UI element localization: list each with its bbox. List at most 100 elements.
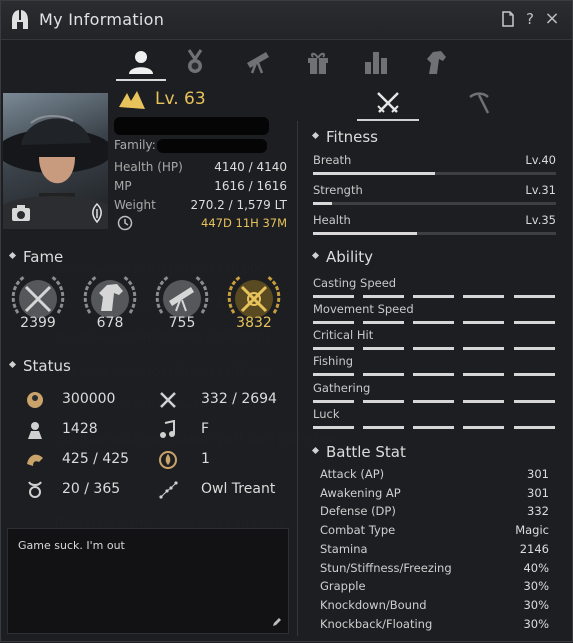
- ability-level-segment: [514, 321, 555, 324]
- weight-label: Weight: [114, 198, 156, 212]
- medal-icon: [187, 49, 203, 73]
- battle-stat-label: Stamina: [320, 541, 368, 556]
- ability-level-segment: [413, 373, 454, 376]
- ability-level-segment: [413, 321, 454, 324]
- fitness-progress-fill: [313, 202, 333, 205]
- crossed-swords-icon: [377, 92, 399, 113]
- fame-header: Fame: [8, 248, 63, 266]
- energy-icon: [158, 450, 178, 470]
- status-value: 1428: [62, 421, 98, 437]
- tab-combat[interactable]: [357, 87, 419, 121]
- class-emblem-icon: [92, 203, 102, 223]
- fame-value: 678: [96, 315, 124, 331]
- stat-tabs: [357, 87, 521, 121]
- ability-label: Luck: [313, 407, 340, 421]
- battle-stat-label: Grapple: [320, 579, 366, 594]
- horse-head-icon: [83, 275, 137, 318]
- main-tabs: [1, 39, 572, 83]
- battle-stat-value: 332: [527, 504, 549, 519]
- ability-level-segment: [313, 400, 354, 403]
- pencil-icon[interactable]: [272, 617, 282, 627]
- ability-header: Ability: [311, 248, 373, 266]
- ability-level-segment: [313, 347, 354, 350]
- ability-label: Gathering: [313, 381, 371, 395]
- status-value: 300000: [62, 391, 116, 407]
- mp-value: 1616 / 1616: [214, 179, 287, 193]
- battle-stat-value: 301: [527, 485, 549, 500]
- title-bar[interactable]: My Information ? ×: [1, 1, 572, 40]
- battle-stat-label: Knockdown/Bound: [320, 597, 427, 612]
- tab-life-skill[interactable]: [457, 87, 501, 119]
- ability-level-segment: [313, 426, 354, 429]
- fitness-level: Lv.31: [525, 183, 556, 197]
- fame-value: 755: [168, 315, 196, 331]
- battle-stat-value: 2146: [519, 541, 549, 556]
- battle-stat-label: Attack (AP): [320, 467, 385, 481]
- memo-icon[interactable]: [500, 11, 516, 27]
- battle-stat-value: 301: [527, 467, 549, 481]
- ability-level-segment: [363, 321, 404, 324]
- battle-stat-value: 30%: [523, 579, 549, 594]
- zodiac-icon: [25, 480, 45, 500]
- ability-label: Movement Speed: [313, 302, 414, 316]
- fitness-label: Strength: [313, 183, 363, 197]
- character-level: Lv. 63: [155, 89, 206, 109]
- fame-value: 3832: [236, 315, 272, 331]
- status-value: 1: [201, 451, 210, 467]
- mp-label: MP: [114, 179, 132, 193]
- fitness-label: Breath: [313, 153, 352, 167]
- gift-icon: [308, 52, 328, 74]
- battle-stat-value: 30%: [523, 597, 549, 612]
- battle-stat-value: Magic: [515, 523, 549, 538]
- telescope-icon: [247, 52, 269, 74]
- help-button[interactable]: ?: [522, 11, 538, 27]
- music-icon: [158, 419, 178, 440]
- battle-stat-label: Knockback/Floating: [320, 616, 433, 631]
- health-label: Health (HP): [114, 160, 183, 174]
- fitness-header: Fitness: [311, 128, 378, 146]
- ability-level-segment: [463, 347, 504, 350]
- tab-chart[interactable]: [354, 45, 398, 79]
- horse-icon: [427, 51, 446, 74]
- battle-stat-header: Battle Stat: [311, 443, 406, 461]
- chat-input-box[interactable]: Game suck. I'm out: [7, 528, 289, 634]
- ability-level-segment: [463, 400, 504, 403]
- redacted-family: [157, 139, 267, 153]
- status-value: F: [201, 421, 210, 437]
- status-value: 20 / 365: [62, 481, 121, 497]
- ability-level-segment: [514, 400, 555, 403]
- ability-level-segment: [413, 347, 454, 350]
- tab-profile[interactable]: [116, 45, 166, 81]
- ability-level-segment: [514, 347, 555, 350]
- fitness-label: Health: [313, 213, 351, 227]
- ability-level-segment: [514, 426, 555, 429]
- tab-medal[interactable]: [173, 45, 217, 79]
- fitness-progress-bar: [313, 202, 556, 205]
- window-title: My Information: [39, 10, 165, 29]
- ability-level-segment: [363, 426, 404, 429]
- tab-telescope[interactable]: [236, 45, 280, 79]
- fitness-progress-fill: [313, 232, 418, 235]
- battle-stat-label: Defense (DP): [320, 504, 396, 519]
- camera-icon[interactable]: [11, 205, 31, 222]
- ability-level-segment: [363, 400, 404, 403]
- status-header: Status: [8, 357, 71, 375]
- contribution-icon: [25, 390, 45, 410]
- fitness-progress-bar: [313, 232, 556, 235]
- tab-horse[interactable]: [414, 45, 458, 79]
- battle-stat-label: Combat Type: [320, 523, 396, 538]
- strength-icon: [25, 450, 45, 470]
- ability-level-segment: [463, 426, 504, 429]
- tab-gift[interactable]: [296, 45, 340, 79]
- chart-icon: [365, 52, 387, 74]
- fitness-level: Lv.40: [525, 153, 556, 167]
- ability-level-segment: [313, 321, 354, 324]
- battle-stat-label: Stun/Stiffness/Freezing: [320, 560, 452, 575]
- weight-value: 270.2 / 1,579 LT: [190, 198, 287, 212]
- close-button[interactable]: ×: [544, 10, 560, 28]
- rank-icon: [25, 420, 45, 440]
- fitness-progress-bar: [313, 172, 556, 175]
- status-value: 332 / 2694: [201, 391, 277, 407]
- crossed-swords-gold-icon: [227, 275, 281, 318]
- ability-level-segment: [463, 373, 504, 376]
